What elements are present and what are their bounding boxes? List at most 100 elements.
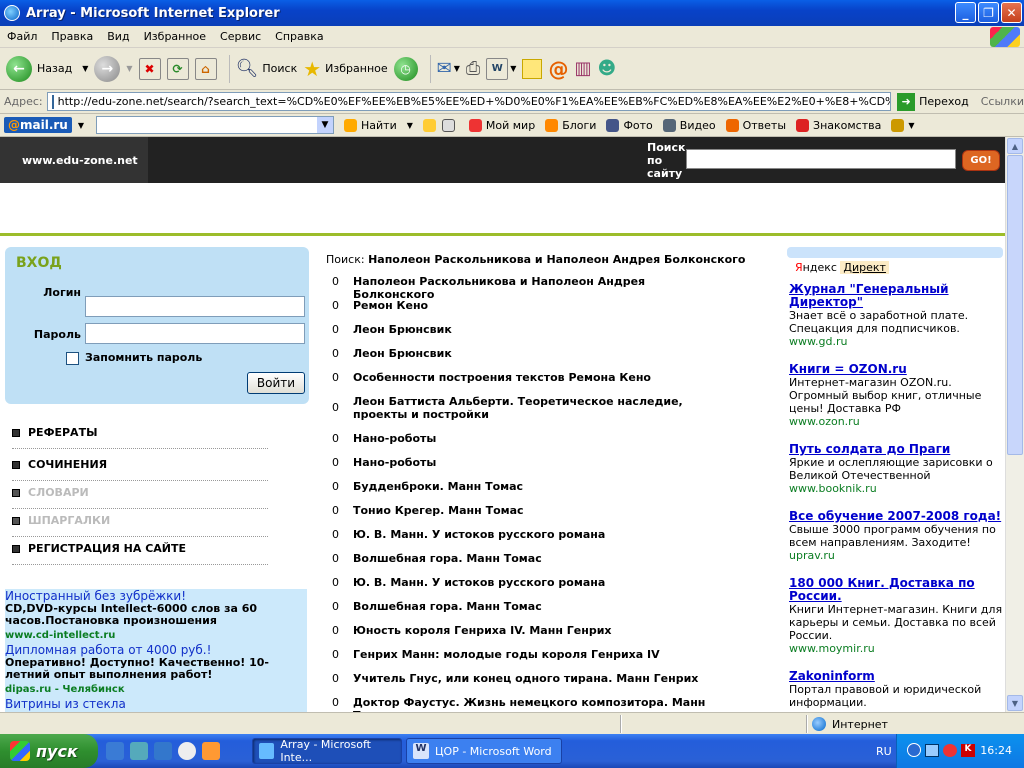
result-item[interactable]: 0 Волшебная гора. Манн Томас (332, 600, 722, 613)
forward-button[interactable]: → ▼ (94, 55, 133, 82)
favorites-button[interactable]: ★ Избранное (303, 57, 387, 81)
scroll-thumb[interactable] (1007, 155, 1023, 455)
menu-favorites[interactable]: Избранное (137, 30, 213, 43)
result-title[interactable]: Ю. В. Манн. У истоков русского романа (353, 528, 713, 541)
start-button[interactable]: пуск (0, 734, 98, 768)
result-title[interactable]: Ремон Кено (353, 299, 713, 312)
outlook-quicklaunch-icon[interactable] (130, 742, 148, 760)
result-item[interactable]: 0 Учитель Гнус, или конец одного тирана. … (332, 672, 722, 685)
remember-checkbox[interactable] (66, 352, 79, 365)
menu-help[interactable]: Справка (268, 30, 330, 43)
result-item[interactable]: 0 Волшебная гора. Манн Томас (332, 552, 722, 565)
ad-url[interactable]: www.booknik.ru (789, 482, 1005, 495)
ad-url[interactable]: uprav.ru (789, 549, 1005, 562)
app-quicklaunch-icon[interactable] (202, 742, 220, 760)
search-button[interactable]: 🔍︎ Поиск (236, 58, 298, 79)
mailru-find-button[interactable]: Найти ▼ (344, 118, 413, 132)
ad-title[interactable]: Все обучение 2007-2008 года! (789, 510, 1005, 523)
mailru-myworld-button[interactable]: Мой мир (468, 118, 535, 132)
task-ie[interactable]: Array - Microsoft Inte... (252, 738, 402, 764)
scroll-down-icon[interactable]: ▼ (1007, 695, 1023, 711)
result-item[interactable]: 0 Доктор Фаустус. Жизнь немецкого компози… (332, 696, 722, 712)
result-title[interactable]: Особенности построения текстов Ремона Ке… (353, 371, 713, 384)
language-indicator[interactable]: RU (876, 745, 892, 758)
opera-icon[interactable] (943, 744, 957, 757)
result-title[interactable]: Юность короля Генриха IV. Манн Генрих (353, 624, 713, 637)
mailru-dating-button[interactable]: Знакомства (796, 118, 881, 132)
result-item[interactable]: 0 Наполеон Раскольникова и Наполеон Андре… (332, 275, 722, 301)
close-button[interactable]: ✕ (1001, 2, 1022, 23)
result-title[interactable]: Нано-роботы (353, 432, 713, 445)
result-title[interactable]: Тонио Крегер. Манн Томас (353, 504, 713, 517)
result-title[interactable]: Доктор Фаустус. Жизнь немецкого композит… (353, 696, 713, 712)
site-logo[interactable]: www.edu-zone.net (0, 137, 148, 183)
ad-url[interactable]: www.moymir.ru (789, 642, 1005, 655)
back-button[interactable]: ← Назад ▼ (6, 55, 88, 82)
result-item[interactable]: 0 Ю. В. Манн. У истоков русского романа (332, 576, 722, 589)
result-item[interactable]: 0 Ремон Кено (332, 299, 722, 312)
menu-file[interactable]: Файл (0, 30, 44, 43)
antivirus-icon[interactable]: K (961, 744, 975, 757)
mailru-search-input[interactable]: ▼ (96, 116, 335, 134)
mailru-answers-button[interactable]: Ответы (725, 118, 786, 132)
go-button[interactable]: ➜ Переход (897, 92, 969, 111)
menu-tools[interactable]: Сервис (213, 30, 268, 43)
result-title[interactable]: Будденброки. Манн Томас (353, 480, 713, 493)
ad-title[interactable]: Книги = OZON.ru (789, 363, 1005, 376)
nav-registration[interactable]: РЕГИСТРАЦИЯ НА САЙТЕ (12, 533, 268, 565)
media-player-icon[interactable] (178, 742, 196, 760)
ad-title[interactable]: 180 000 Книг. Доставка по России. (789, 577, 1005, 603)
clock[interactable]: 16:24 (980, 744, 1012, 757)
ad-url[interactable]: www.gd.ru (789, 335, 1005, 348)
network-icon[interactable] (925, 744, 939, 757)
result-title[interactable]: Ю. В. Манн. У истоков русского романа (353, 576, 713, 589)
site-search-go-button[interactable]: GO! (962, 150, 1000, 171)
result-title[interactable]: Леон Брюнсвик (353, 347, 713, 360)
result-item[interactable]: 0 Особенности построения текстов Ремона К… (332, 371, 722, 384)
chevron-down-icon[interactable]: ▼ (82, 64, 88, 73)
result-title[interactable]: Леон Брюнсвик (353, 323, 713, 336)
result-item[interactable]: 0 Ю. В. Манн. У истоков русского романа (332, 528, 722, 541)
result-item[interactable]: 0 Тонио Крегер. Манн Томас (332, 504, 722, 517)
ad-url[interactable]: www.cd-intellect.ru (5, 630, 307, 641)
yandex-direct-label[interactable]: Яндекс Директ (795, 261, 889, 274)
mailru-video-button[interactable]: Видео (662, 118, 716, 132)
result-item[interactable]: 0 Юность короля Генриха IV. Манн Генрих (332, 624, 722, 637)
history-button[interactable]: ◷ (393, 56, 418, 81)
ad-url[interactable]: dipas.ru - Челябинск (5, 684, 307, 695)
address-input[interactable]: http://edu-zone.net/search/?search_text=… (46, 92, 892, 111)
menu-view[interactable]: Вид (100, 30, 136, 43)
mailru-logo[interactable]: @mail.ru (4, 117, 72, 133)
mailru-blogs-button[interactable]: Блоги (545, 118, 596, 132)
ad-title[interactable]: Дипломная работа от 4000 руб.! (5, 643, 307, 657)
ie-quicklaunch-icon[interactable] (106, 742, 124, 760)
result-title[interactable]: Учитель Гнус, или конец одного тирана. М… (353, 672, 713, 685)
chevron-down-icon[interactable]: ▼ (317, 117, 334, 133)
result-item[interactable]: 0 Нано-роботы (332, 432, 722, 445)
result-title[interactable]: Волшебная гора. Манн Томас (353, 552, 713, 565)
print-button[interactable]: ⎙ (466, 58, 480, 79)
vertical-scrollbar[interactable]: ▲ ▼ (1005, 137, 1024, 712)
result-item[interactable]: 0 Леон Брюнсвик (332, 347, 722, 360)
messenger-button[interactable]: ☻ (597, 58, 616, 79)
site-search-input[interactable] (686, 149, 956, 169)
ad-title[interactable]: Zakoninform (789, 670, 1005, 683)
note-button[interactable] (522, 58, 543, 79)
chevron-down-icon[interactable]: ▼ (78, 121, 84, 130)
minimize-button[interactable]: _ (955, 2, 976, 23)
login-input[interactable] (85, 296, 305, 317)
ad-title[interactable]: Путь солдата до Праги (789, 443, 1005, 456)
nav-referaty[interactable]: РЕФЕРАТЫ (12, 417, 268, 449)
mailru-settings-button[interactable]: ▼ (891, 118, 915, 132)
result-title[interactable]: Волшебная гора. Манн Томас (353, 600, 713, 613)
result-item[interactable]: 0 Нано-роботы (332, 456, 722, 469)
ad-title[interactable]: Журнал "Генеральный Директор" (789, 283, 1005, 309)
title-bar[interactable]: Array - Microsoft Internet Explorer _ ❐ … (0, 0, 1024, 26)
result-title[interactable]: Нано-роботы (353, 456, 713, 469)
edit-button[interactable]: W ▼ (486, 57, 516, 80)
maximize-button[interactable]: ❐ (978, 2, 999, 23)
ad-title[interactable]: Иностранный без зубрёжки! (5, 589, 307, 603)
research-button[interactable]: ▥ (574, 58, 591, 79)
login-button[interactable]: Войти (247, 372, 305, 394)
result-item[interactable]: 0 Леон Брюнсвик (332, 323, 722, 336)
